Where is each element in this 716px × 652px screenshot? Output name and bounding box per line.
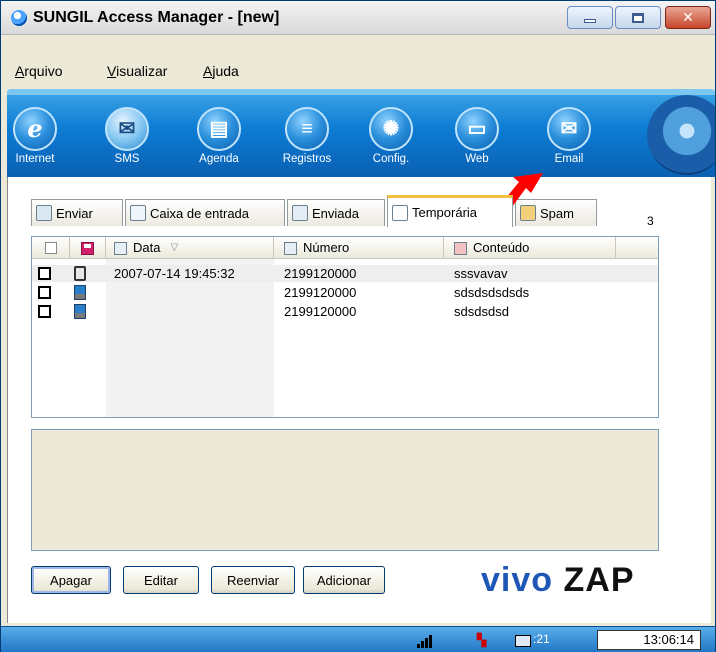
row-number: 2199120000 — [284, 285, 357, 300]
row-number: 2199120000 — [284, 304, 357, 319]
email-icon: ✉ — [547, 107, 591, 151]
message-count: 3 — [647, 214, 654, 228]
header-select-all[interactable] — [32, 237, 70, 259]
header-save[interactable] — [70, 237, 106, 259]
header-date[interactable]: Data ▽ — [106, 237, 274, 259]
content-icon — [454, 241, 467, 255]
tool-internet[interactable]: e Internet — [7, 107, 65, 165]
main-toolbar: e Internet ✉ SMS ▤ Agenda ≡ Registros ✺ … — [7, 89, 715, 177]
decorative-orb-icon — [647, 95, 715, 175]
menu-bar: Arquivo Visualizar Ajuda — [1, 35, 715, 87]
tool-registros-label: Registros — [282, 153, 332, 165]
header-date-label: Data — [133, 240, 161, 255]
title-bar[interactable]: SUNGIL Access Manager - [new] ✕ — [1, 1, 715, 35]
table-row[interactable]: 2007-07-14 19:45:32 2199120000 sssvavav — [32, 265, 658, 282]
status-bar: ▚ :21 13:06:14 — [1, 626, 715, 652]
message-preview[interactable] — [31, 429, 659, 551]
tab-caixa-de-entrada[interactable]: Caixa de entrada — [125, 199, 285, 226]
phone-header-icon — [284, 241, 297, 255]
clock: 13:06:14 — [597, 630, 701, 650]
menu-ajuda[interactable]: Ajuda — [203, 63, 239, 79]
resend-button[interactable]: Reenviar — [211, 566, 295, 594]
select-all-checkbox[interactable] — [44, 242, 57, 254]
date-column-shade — [106, 259, 274, 417]
header-number[interactable]: Número — [274, 237, 444, 259]
tool-config-label: Config. — [372, 153, 410, 165]
computer-icon — [74, 304, 86, 319]
header-number-label: Número — [303, 240, 350, 255]
draft-icon — [392, 204, 408, 221]
app-window: SUNGIL Access Manager - [new] ✕ Arquivo … — [0, 0, 716, 652]
window-title: SUNGIL Access Manager - [new] — [33, 9, 280, 26]
maximize-button[interactable] — [615, 6, 661, 29]
registros-icon: ≡ — [285, 107, 329, 151]
message-list[interactable]: Data ▽ Número Conteúdo 2007-07-14 19:45:… — [31, 236, 659, 418]
tab-enviada-label: Enviada — [312, 205, 359, 221]
app-logo-icon — [11, 10, 27, 26]
row-number: 2199120000 — [284, 266, 357, 281]
tab-enviada[interactable]: Enviada — [287, 199, 385, 226]
tool-internet-label: Internet — [15, 153, 55, 165]
vivo-zap-logo: vivo ZAP — [481, 561, 635, 600]
row-checkbox[interactable] — [38, 286, 51, 299]
tool-config[interactable]: ✺ Config. — [361, 107, 421, 165]
delete-button[interactable]: Apagar — [31, 566, 111, 594]
tool-registros[interactable]: ≡ Registros — [277, 107, 337, 165]
row-content: sdsdsdsdsds — [454, 285, 530, 300]
tab-enviar-label: Enviar — [56, 205, 93, 221]
toolbar-highlight — [7, 89, 715, 95]
tool-agenda[interactable]: ▤ Agenda — [189, 107, 249, 165]
calendar-icon — [114, 241, 127, 255]
tab-temporaria-label: Temporária — [412, 205, 478, 220]
tool-email-label: Email — [554, 153, 584, 165]
table-row[interactable]: 2199120000 sdsdsdsdsds — [32, 284, 658, 301]
send-icon — [36, 205, 52, 221]
tool-email[interactable]: ✉ Email — [539, 107, 599, 165]
network-icon: ▚ — [477, 633, 487, 647]
web-icon: ▭ — [455, 107, 499, 151]
tool-agenda-label: Agenda — [199, 153, 239, 165]
tab-caixa-label: Caixa de entrada — [150, 205, 250, 221]
add-button[interactable]: Adicionar — [303, 566, 385, 594]
inbox-icon — [130, 205, 146, 221]
row-content: sdsdsdsd — [454, 304, 509, 319]
tool-web[interactable]: ▭ Web — [447, 107, 507, 165]
tab-enviar[interactable]: Enviar — [31, 199, 123, 226]
envelope-icon: ✉ — [105, 107, 149, 151]
menu-arquivo[interactable]: Arquivo — [15, 63, 62, 79]
tab-spam-label: Spam — [540, 205, 574, 221]
maximize-icon — [632, 12, 644, 23]
computer-icon — [74, 285, 86, 300]
tool-sms-label: SMS — [114, 153, 140, 165]
brand-zap: ZAP — [563, 561, 635, 599]
tool-sms[interactable]: ✉ SMS — [97, 107, 157, 165]
header-content[interactable]: Conteúdo — [444, 237, 616, 259]
sort-desc-icon: ▽ — [170, 242, 179, 253]
internet-icon: e — [13, 107, 57, 151]
menu-visualizar[interactable]: Visualizar — [107, 63, 167, 79]
edit-button[interactable]: Editar — [123, 566, 199, 594]
row-date: 2007-07-14 19:45:32 — [114, 266, 235, 281]
close-button[interactable]: ✕ — [665, 6, 711, 29]
row-content: sssvavav — [454, 266, 508, 281]
minimize-button[interactable] — [567, 6, 613, 29]
close-icon: ✕ — [682, 9, 694, 26]
row-checkbox[interactable] — [38, 305, 51, 318]
gear-icon: ✺ — [369, 107, 413, 151]
phone-icon — [74, 266, 86, 281]
list-header: Data ▽ Número Conteúdo — [32, 237, 658, 259]
tab-temporaria[interactable]: Temporária — [387, 195, 513, 227]
minimize-icon — [584, 18, 596, 23]
sent-icon — [292, 205, 308, 221]
row-checkbox[interactable] — [38, 267, 51, 280]
mail-icon — [515, 635, 531, 647]
agenda-icon: ▤ — [197, 107, 241, 151]
mail-count: :21 — [533, 632, 550, 646]
header-content-label: Conteúdo — [473, 240, 530, 255]
signal-strength-icon — [417, 635, 435, 648]
save-disk-icon — [81, 241, 94, 255]
brand-vivo: vivo — [481, 561, 554, 599]
table-row[interactable]: 2199120000 sdsdsdsd — [32, 303, 658, 320]
tool-web-label: Web — [465, 153, 489, 165]
